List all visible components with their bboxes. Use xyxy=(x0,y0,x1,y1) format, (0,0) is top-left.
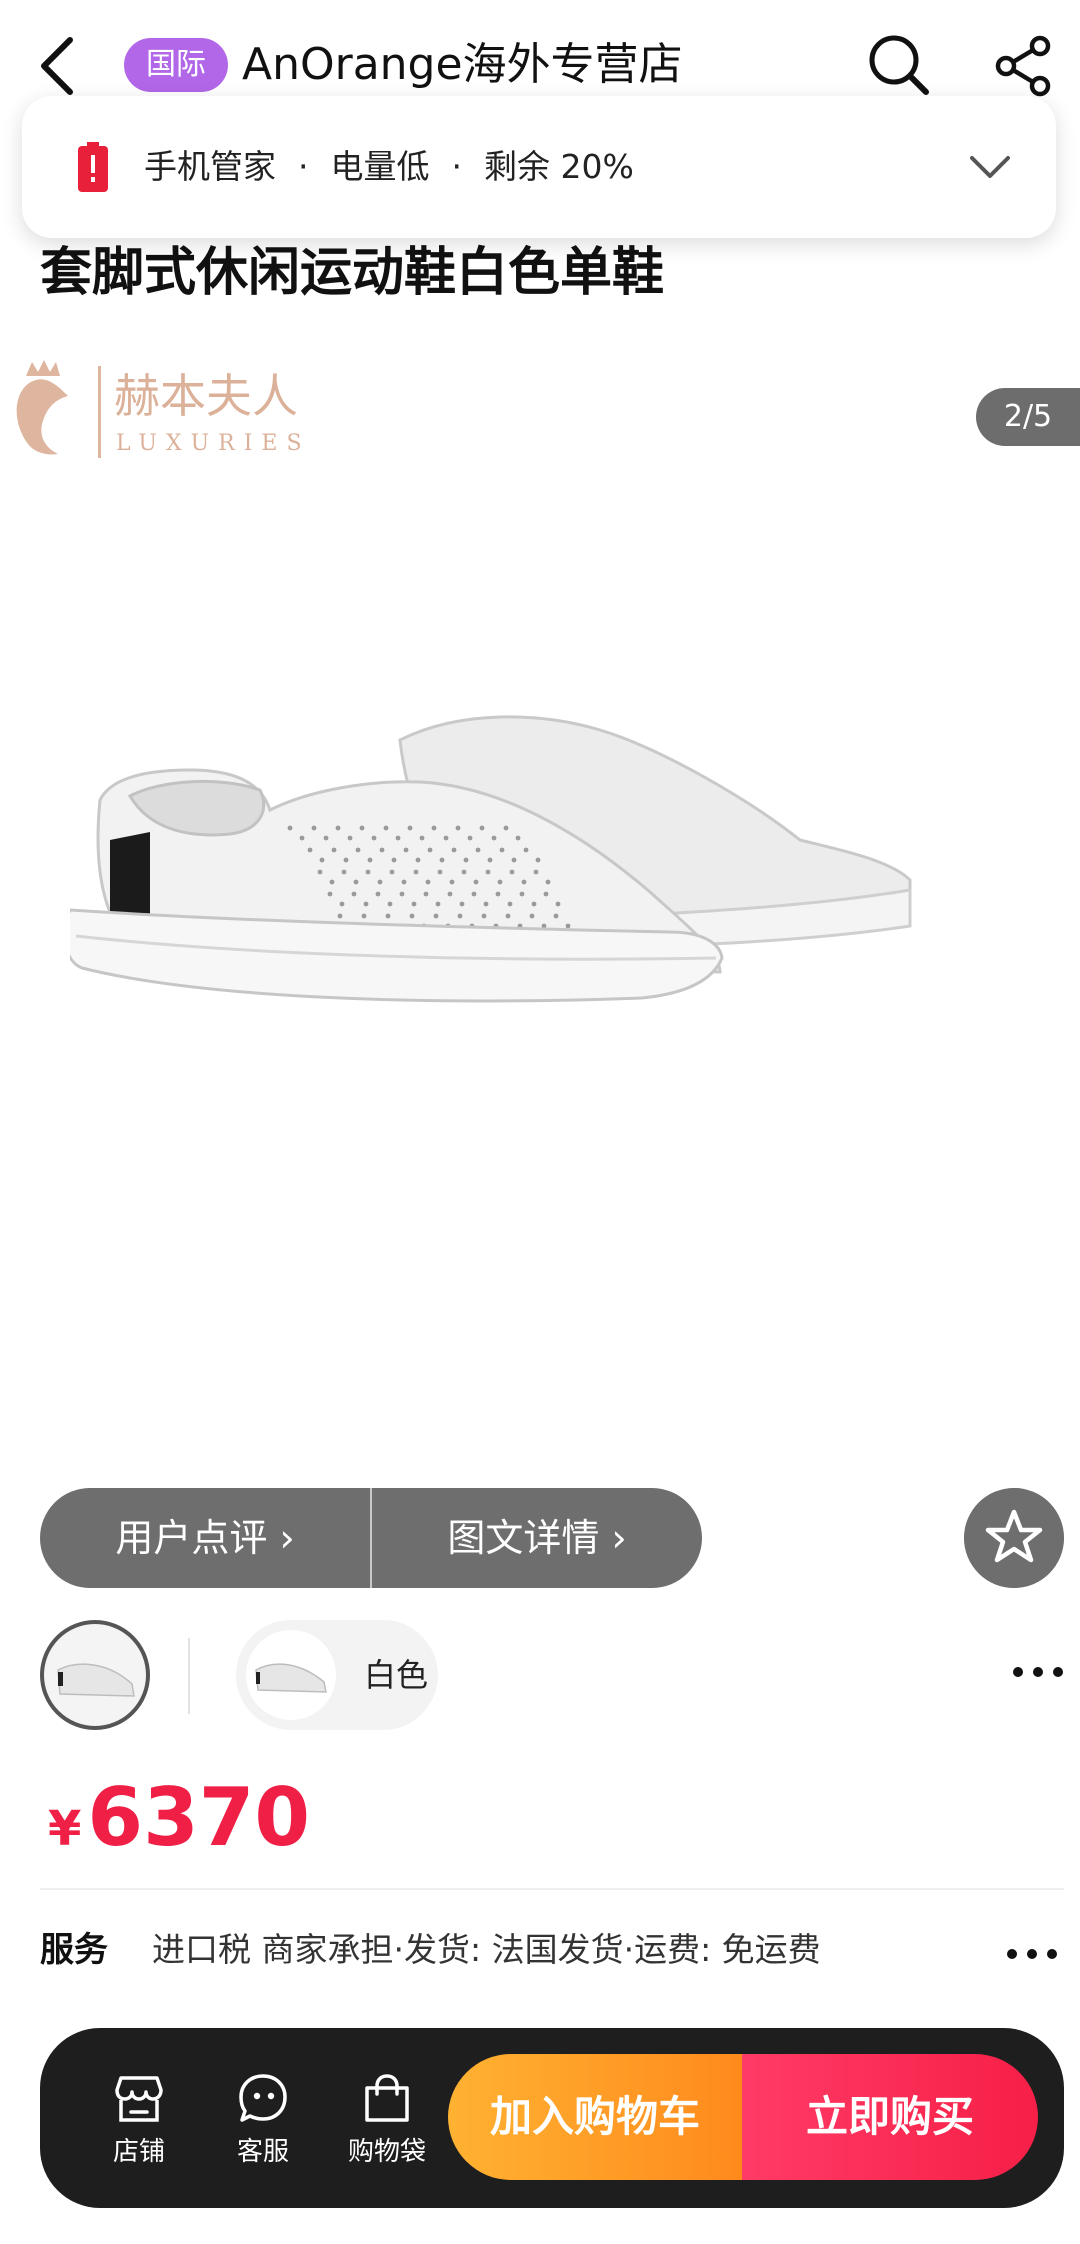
service-info[interactable]: 进口税 商家承担·发货: 法国发货·运费: 免运费 xyxy=(152,1920,821,1980)
more-options-icon[interactable] xyxy=(1006,1942,1058,1966)
store-label: 店铺 xyxy=(112,2137,165,2167)
store-icon xyxy=(115,2076,163,2122)
battery-low-icon xyxy=(78,142,108,192)
watermark-subtitle: LUXURIES xyxy=(116,431,311,456)
watermark-title: 赫本夫人 xyxy=(114,369,298,423)
favorite-star-icon[interactable] xyxy=(964,1488,1064,1588)
bottom-action-bar: 店铺 客服 购物袋 加入购物车 立即购买 xyxy=(40,2028,1064,2208)
variant-option-white[interactable]: 白色 xyxy=(236,1620,438,1730)
brand-watermark-logo: 赫本夫人 LUXURIES xyxy=(16,360,311,458)
shoe-thumbnail-icon xyxy=(255,1663,327,1693)
notification-app: 手机管家 xyxy=(144,147,276,186)
customer-service-icon xyxy=(239,2074,287,2122)
add-to-cart-button[interactable]: 加入购物车 xyxy=(448,2054,742,2180)
image-pager: 2/5 xyxy=(976,388,1080,446)
shopping-bag-icon xyxy=(365,2074,409,2122)
shopping-bag-button[interactable]: 购物袋 xyxy=(332,2060,442,2180)
shopping-bag-label: 购物袋 xyxy=(347,2137,426,2167)
tab-user-reviews[interactable]: 用户点评 › xyxy=(40,1488,370,1588)
notification-separator: · xyxy=(451,147,463,186)
notification-message: 电量低 xyxy=(330,147,430,186)
tab-image-details[interactable]: 图文详情 › xyxy=(372,1488,702,1588)
variant-thumbnail-selected[interactable] xyxy=(40,1620,150,1730)
price-value: 6370 xyxy=(87,1771,311,1864)
international-badge: 国际 xyxy=(124,38,228,92)
product-price: ¥6370 xyxy=(48,1768,310,1868)
service-label: 服务 xyxy=(40,1930,108,1970)
purchase-actions: 加入购物车 立即购买 xyxy=(448,2054,1038,2180)
variant-label: 白色 xyxy=(364,1656,429,1694)
price-currency: ¥ xyxy=(48,1801,82,1857)
search-icon[interactable] xyxy=(862,28,934,100)
battery-notification[interactable]: 手机管家 · 电量低 · 剩余 20% xyxy=(22,96,1056,238)
divider xyxy=(40,1888,1064,1890)
variant-divider xyxy=(188,1638,190,1714)
customer-service-button[interactable]: 客服 xyxy=(208,2060,318,2180)
store-name[interactable]: AnOrange海外专营店 xyxy=(242,32,683,98)
chevron-down-icon[interactable] xyxy=(962,144,1018,188)
tab-image-details-label: 图文详情 xyxy=(447,1516,600,1560)
customer-service-label: 客服 xyxy=(236,2137,289,2167)
product-image[interactable] xyxy=(70,700,1030,1140)
product-title: 套脚式休闲运动鞋白色单鞋 xyxy=(40,243,665,303)
variant-thumbnail xyxy=(246,1630,336,1720)
notification-text: 手机管家 · 电量低 · 剩余 20% xyxy=(144,140,634,194)
tab-user-reviews-label: 用户点评 xyxy=(115,1516,268,1560)
notification-separator: · xyxy=(298,147,309,186)
more-options-icon[interactable] xyxy=(1012,1660,1064,1684)
store-button[interactable]: 店铺 xyxy=(84,2060,194,2180)
back-arrow-icon[interactable] xyxy=(30,30,86,102)
buy-now-button[interactable]: 立即购买 xyxy=(742,2054,1038,2180)
detail-tabs: 用户点评 › 图文详情 › xyxy=(40,1488,702,1588)
shoe-thumbnail-icon xyxy=(57,1663,135,1697)
notification-remaining: 剩余 20% xyxy=(484,147,634,186)
share-icon[interactable] xyxy=(990,32,1058,100)
